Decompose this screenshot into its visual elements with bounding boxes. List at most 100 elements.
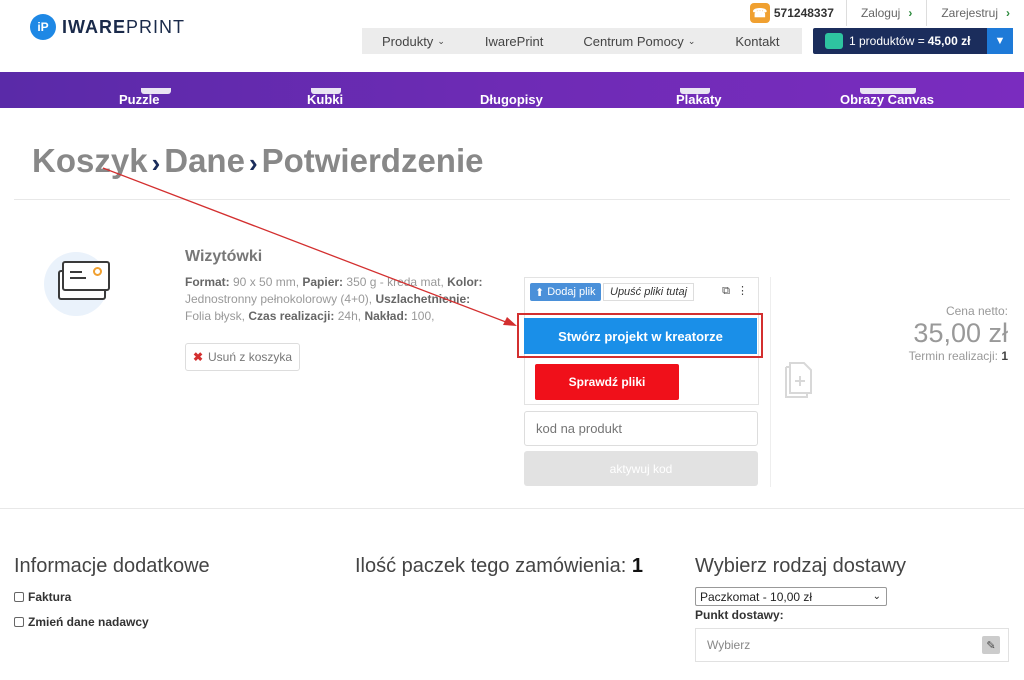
lead-time-label: Termin realizacji: <box>908 349 1002 363</box>
upload-icon: ⬆ <box>535 286 545 299</box>
package-count-value: 1 <box>631 555 643 577</box>
delivery-title: Wybierz rodzaj dostawy <box>695 555 907 577</box>
invoice-label: Faktura <box>28 590 72 604</box>
nav-item-help-center[interactable]: Centrum Pomocy ⌄ <box>563 28 715 54</box>
category-puzzle[interactable]: Puzzle <box>119 88 171 107</box>
chevron-down-icon[interactable]: ▼ <box>987 28 1013 54</box>
lead-time: Termin realizacji: 1 <box>909 349 1008 363</box>
spec-label: Format: <box>185 275 230 289</box>
package-count-label: Ilość paczek tego zamówienia: <box>355 555 632 577</box>
product-description: Format: 90 x 50 mm, Papier: 350 g - kred… <box>185 274 495 325</box>
category-thumbnail <box>680 88 710 94</box>
pencil-icon[interactable]: ✎ <box>982 636 1000 654</box>
close-icon: ✖ <box>192 350 204 364</box>
create-in-editor-button[interactable]: Stwórz projekt w kreatorze <box>524 318 757 354</box>
more-vertical-icon[interactable]: ⋮ <box>737 285 748 297</box>
login-label: Zaloguj <box>860 6 901 20</box>
card-line-shape <box>70 271 82 273</box>
topbar: ☎ 571248337 Zaloguj › Zarejestruj › <box>749 0 1024 26</box>
card-line-shape <box>70 277 86 279</box>
pickup-point-label: Punkt dostawy: <box>695 608 784 622</box>
remove-label: Usuń z koszyka <box>208 350 293 364</box>
invoice-checkbox[interactable] <box>14 592 24 602</box>
remove-from-cart-button[interactable]: ✖ Usuń z koszyka <box>185 343 300 371</box>
price-value: 35,00 zł <box>913 318 1008 348</box>
chevron-right-icon: › <box>908 6 913 20</box>
card-front-shape <box>62 261 110 291</box>
nav-item-products[interactable]: Produkty ⌄ <box>362 28 465 54</box>
delivery-method-select[interactable]: Paczkomat - 10,00 zł ⌄ <box>695 587 887 606</box>
spec-value: 350 g - kreda mat, <box>343 275 448 289</box>
add-file-icon[interactable] <box>784 360 814 398</box>
category-thumbnail <box>860 88 916 94</box>
category-thumbnail <box>141 88 171 94</box>
divider <box>0 508 1024 509</box>
nav-item-contact[interactable]: Kontakt <box>715 28 799 54</box>
spec-value: 90 x 50 mm, <box>229 275 303 289</box>
business-card-icon <box>44 252 110 316</box>
invoice-checkbox-row[interactable]: Faktura <box>14 590 71 604</box>
sender-checkbox[interactable] <box>14 617 24 627</box>
category-label: Puzzle <box>119 92 160 107</box>
category-bar: Puzzle Kubki Długopisy Plakaty Obrazy Ca… <box>0 72 1024 108</box>
copy-icon[interactable]: ⧉ <box>722 285 730 297</box>
logo-text-thin: PRINT <box>126 16 186 37</box>
logo-text: IWAREPRINT <box>62 17 185 38</box>
add-file-button[interactable]: ⬆ Dodaj plik <box>530 283 601 301</box>
activate-code-button[interactable]: aktywuj kod <box>524 451 758 486</box>
step-data: Dane <box>164 142 245 179</box>
category-mugs[interactable]: Kubki <box>307 88 343 107</box>
chevron-right-icon: › <box>151 148 161 178</box>
chevron-right-icon: › <box>248 148 258 178</box>
sender-checkbox-row[interactable]: Zmień dane nadawcy <box>14 615 149 629</box>
header: iP IWAREPRINT ☎ 571248337 Zaloguj › Zare… <box>0 0 1024 72</box>
phone-icon: ☎ <box>749 3 770 23</box>
phone-number: 571248337 <box>773 6 834 20</box>
category-posters[interactable]: Plakaty <box>676 88 722 107</box>
sender-label: Zmień dane nadawcy <box>28 615 149 629</box>
nav-item-iwareprint[interactable]: IwarePrint <box>465 28 564 54</box>
login-link[interactable]: Zaloguj › <box>845 0 926 26</box>
package-count: Ilość paczek tego zamówienia: 1 <box>355 555 643 578</box>
nav-item-label: Produkty <box>382 33 434 49</box>
register-link[interactable]: Zarejestruj › <box>926 0 1024 26</box>
divider <box>770 277 771 487</box>
register-label: Zarejestruj <box>941 6 998 20</box>
category-thumbnail <box>311 88 341 94</box>
spec-value: Folia błysk, <box>185 309 249 323</box>
chevron-down-icon: ⌄ <box>687 35 696 46</box>
check-files-button[interactable]: Sprawdź pliki <box>535 364 679 400</box>
cart-icon <box>825 33 843 49</box>
logo-mark: iP <box>30 14 56 40</box>
checkout-steps: Koszyk › Dane › Potwierdzenie <box>32 142 484 180</box>
lead-time-value: 1 <box>1001 349 1008 363</box>
nav-item-label: IwarePrint <box>484 33 544 49</box>
cart-button[interactable]: 1 produktów = 45,00 zł ▼ <box>813 28 1013 54</box>
cart-total: 45,00 zł <box>927 34 971 48</box>
product-code-input[interactable] <box>524 411 758 446</box>
upload-tools: ⧉ ⋮ <box>722 284 748 298</box>
nav-item-label: Centrum Pomocy <box>583 33 684 49</box>
card-dot-shape <box>93 267 102 276</box>
pickup-point-field[interactable]: Wybierz ✎ <box>695 628 1009 662</box>
chevron-down-icon: ⌄ <box>437 35 445 46</box>
phone-contact[interactable]: ☎ 571248337 <box>749 3 846 23</box>
product-title: Wizytówki <box>185 248 263 265</box>
divider <box>14 199 1010 200</box>
nav-item-label: Kontakt <box>735 33 780 49</box>
main-nav: Produkty ⌄ IwarePrint Centrum Pomocy ⌄ Kon… <box>362 28 802 54</box>
spec-value: Jednostronny pełnokolorowy (4+0), <box>185 292 376 306</box>
category-pens[interactable]: Długopisy <box>480 92 543 107</box>
logo[interactable]: iP IWAREPRINT <box>30 14 185 40</box>
additional-info-title: Informacje dodatkowe <box>14 555 210 577</box>
drop-zone[interactable]: Upuść pliki tutaj <box>603 283 695 301</box>
chevron-right-icon: › <box>1006 6 1010 20</box>
price-label: Cena netto: <box>945 304 1008 318</box>
spec-value: 24h, <box>334 309 365 323</box>
pickup-point-placeholder: Wybierz <box>707 638 751 652</box>
cart-summary-label: 1 produktów = <box>849 34 925 48</box>
spec-label: Czas realizacji: <box>248 309 335 323</box>
category-canvas[interactable]: Obrazy Canvas <box>840 88 934 107</box>
category-label: Plakaty <box>676 92 722 107</box>
category-label: Obrazy Canvas <box>840 92 934 107</box>
